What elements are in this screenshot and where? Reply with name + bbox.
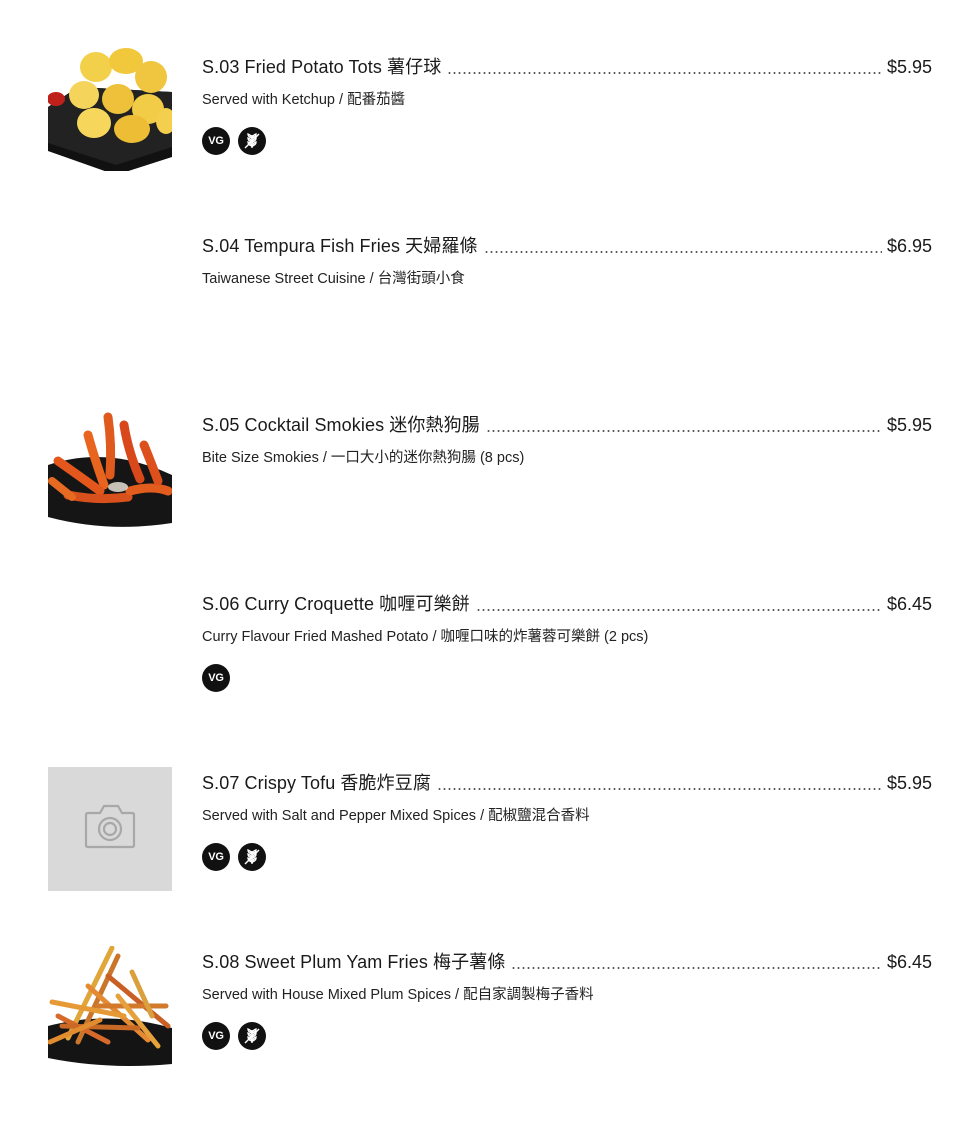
item-title: S.04 Tempura Fish Fries 天婦羅條 bbox=[202, 236, 478, 256]
vegetarian-badge: VG bbox=[202, 843, 230, 871]
item-title: S.08 Sweet Plum Yam Fries 梅子薯條 bbox=[202, 952, 506, 972]
menu-item[interactable]: S.07 Crispy Tofu 香脆炸豆腐 $5.95 Served with… bbox=[0, 716, 965, 895]
item-description: Taiwanese Street Cuisine / 台灣街頭小食 bbox=[202, 271, 465, 287]
gluten-free-icon bbox=[238, 843, 266, 871]
vegetarian-badge: VG bbox=[202, 1022, 230, 1050]
yam-fries-photo[interactable] bbox=[48, 946, 172, 1070]
item-price: $5.95 bbox=[886, 773, 932, 793]
item-title: S.05 Cocktail Smokies 迷你熱狗腸 bbox=[202, 415, 480, 435]
dietary-badges: VG bbox=[202, 664, 932, 692]
item-title: S.07 Crispy Tofu 香脆炸豆腐 bbox=[202, 773, 431, 793]
dotted-leader bbox=[485, 430, 882, 432]
item-description: Bite Size Smokies / 一口大小的迷你熱狗腸 (8 pcs) bbox=[202, 450, 525, 466]
item-title: S.06 Curry Croquette 咖喱可樂餅 bbox=[202, 594, 470, 614]
dietary-badges: VG bbox=[202, 843, 932, 871]
vegetarian-badge: VG bbox=[202, 664, 230, 692]
item-description: Curry Flavour Fried Mashed Potato / 咖喱口味… bbox=[202, 629, 649, 645]
camera-icon bbox=[84, 804, 136, 849]
vegetarian-badge: VG bbox=[202, 127, 230, 155]
menu-item[interactable]: S.03 Fried Potato Tots 薯仔球 $5.95 Served … bbox=[0, 0, 965, 179]
dotted-leader bbox=[436, 788, 882, 790]
menu-list: S.03 Fried Potato Tots 薯仔球 $5.95 Served … bbox=[0, 0, 965, 1124]
menu-item[interactable]: S.04 Tempura Fish Fries 天婦羅條 $6.95 Taiwa… bbox=[0, 179, 965, 358]
dietary-badges: VG bbox=[202, 127, 932, 155]
item-price: $5.95 bbox=[886, 415, 932, 435]
dotted-leader bbox=[447, 72, 882, 74]
item-price: $6.45 bbox=[886, 952, 932, 972]
item-description: Served with Ketchup / 配番茄醬 bbox=[202, 92, 406, 108]
image-placeholder[interactable] bbox=[48, 767, 172, 891]
dotted-leader bbox=[483, 251, 882, 253]
menu-item[interactable]: S.05 Cocktail Smokies 迷你熱狗腸 $5.95 Bite S… bbox=[0, 358, 965, 537]
dotted-leader bbox=[511, 967, 882, 969]
item-title: S.03 Fried Potato Tots 薯仔球 bbox=[202, 57, 442, 77]
dietary-badges: VG bbox=[202, 1022, 932, 1050]
item-price: $6.95 bbox=[886, 236, 932, 256]
dotted-leader bbox=[475, 609, 882, 611]
menu-item[interactable]: S.06 Curry Croquette 咖喱可樂餅 $6.45 Curry F… bbox=[0, 537, 965, 716]
gluten-free-icon bbox=[238, 1022, 266, 1050]
menu-item[interactable]: S.08 Sweet Plum Yam Fries 梅子薯條 $6.45 Ser… bbox=[0, 895, 965, 1074]
gluten-free-icon bbox=[238, 127, 266, 155]
item-price: $5.95 bbox=[886, 57, 932, 77]
smokies-photo[interactable] bbox=[48, 405, 172, 529]
item-description: Served with Salt and Pepper Mixed Spices… bbox=[202, 808, 590, 824]
potato-tots-photo[interactable] bbox=[48, 47, 172, 171]
item-description: Served with House Mixed Plum Spices / 配自… bbox=[202, 987, 594, 1003]
item-price: $6.45 bbox=[886, 594, 932, 614]
